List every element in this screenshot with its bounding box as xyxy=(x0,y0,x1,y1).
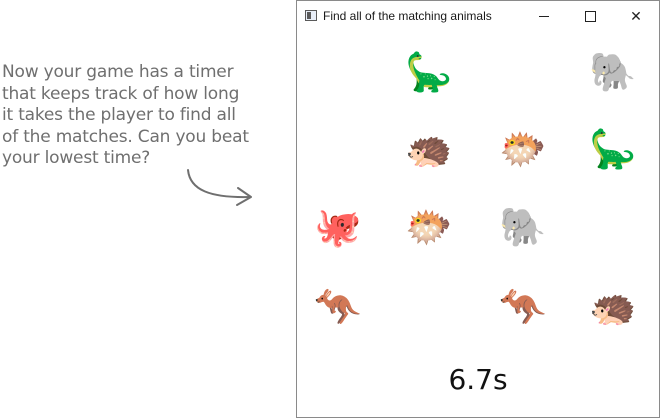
blowfish-icon[interactable]: 🐡 xyxy=(478,104,568,194)
game-window: Find all of the matching animals ✕ 🦕 🐘 🦔 🐡 🦕… xyxy=(296,0,660,418)
animal-grid: 🦕 🐘 🦔 🐡 🦕 🐙 🐡 🐘 🦘 🦘 🦔 xyxy=(297,32,659,364)
annotation-line: of the matches. Can you beat xyxy=(2,126,249,147)
hedgehog-icon[interactable]: 🦔 xyxy=(384,104,474,194)
kangaroo-icon[interactable]: 🦘 xyxy=(293,262,383,352)
annotation-line: Now your game has a timer xyxy=(2,62,234,82)
minimize-icon xyxy=(539,16,549,17)
annotation-arrow-icon xyxy=(187,169,252,206)
hedgehog-icon[interactable]: 🦔 xyxy=(568,262,658,352)
close-icon: ✕ xyxy=(630,8,642,25)
empty-cell xyxy=(384,262,474,352)
annotation-note: Now your game has a timer that keeps tra… xyxy=(2,62,272,170)
kangaroo-icon[interactable]: 🦘 xyxy=(478,262,568,352)
elephant-icon[interactable]: 🐘 xyxy=(478,182,568,272)
octopus-icon[interactable]: 🐙 xyxy=(293,182,383,272)
timer-label: 6.7s xyxy=(448,363,508,396)
blowfish-icon[interactable]: 🐡 xyxy=(384,182,474,272)
annotation-line: it takes the player to find all xyxy=(2,105,236,125)
empty-cell xyxy=(293,104,383,194)
window-title: Find all of the matching animals xyxy=(323,9,492,23)
empty-cell xyxy=(568,182,658,272)
app-icon xyxy=(305,10,317,21)
dinosaur-icon[interactable]: 🦕 xyxy=(568,104,658,194)
annotation-line: that keeps track of how long xyxy=(2,83,240,104)
maximize-icon xyxy=(584,11,596,22)
